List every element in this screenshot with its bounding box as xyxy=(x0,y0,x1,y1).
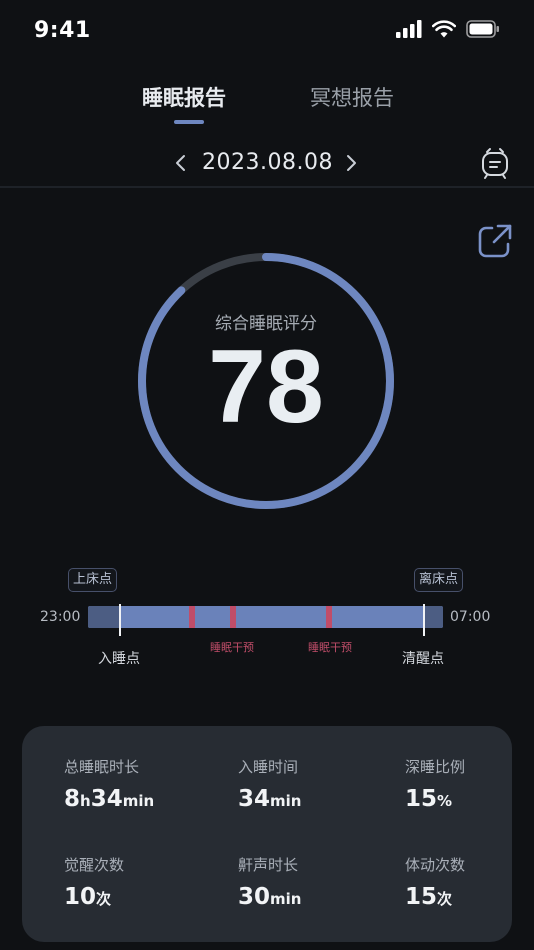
stat-movement-count: 体动次数 15次 xyxy=(405,854,534,910)
date-selector: 2023.08.08 xyxy=(0,146,534,186)
report-tabs: 睡眠报告 冥想报告 xyxy=(0,82,534,132)
stat-label: 觉醒次数 xyxy=(64,856,125,874)
intervention-mark xyxy=(189,606,195,628)
intervention-mark xyxy=(230,606,236,628)
stat-unit: 次 xyxy=(96,890,112,908)
status-icons xyxy=(396,20,500,38)
sleep-onset-marker xyxy=(119,604,121,636)
stat-total-sleep: 总睡眠时长 8h34min xyxy=(64,756,214,812)
stat-value: 8h34min xyxy=(64,786,214,812)
stat-label: 体动次数 xyxy=(405,856,466,874)
share-button[interactable] xyxy=(476,222,514,260)
current-date: 2023.08.08 xyxy=(202,150,333,175)
chevron-right-icon xyxy=(347,155,356,171)
stat-number: 34 xyxy=(238,786,271,812)
intervention-mark xyxy=(326,606,332,628)
sleep-bar xyxy=(88,606,443,628)
bed-time-tag: 上床点 xyxy=(68,568,118,592)
stat-unit: % xyxy=(437,792,453,810)
sleep-onset-label: 入睡点 xyxy=(98,651,140,667)
stat-unit: h xyxy=(80,792,91,810)
stat-label: 深睡比例 xyxy=(405,758,466,776)
leave-bed-tag: 离床点 xyxy=(414,568,464,592)
stat-unit: min xyxy=(270,792,302,810)
status-bar: 9:41 xyxy=(0,0,534,62)
stat-number: 10 xyxy=(64,884,97,910)
stat-unit: min xyxy=(270,890,302,908)
wake-label: 清醒点 xyxy=(402,651,444,667)
stat-label: 鼾声时长 xyxy=(238,856,299,874)
stat-sleep-latency: 入睡时间 34min xyxy=(238,756,388,812)
stat-number: 15 xyxy=(405,786,438,812)
previous-date-button[interactable] xyxy=(170,148,192,178)
alarm-clock-icon xyxy=(482,148,508,179)
stat-value: 10次 xyxy=(64,884,214,910)
timeline-end-time: 07:00 xyxy=(450,609,491,625)
tab-meditation-report[interactable]: 冥想报告 xyxy=(310,82,394,112)
wifi-icon xyxy=(432,20,456,38)
tab-sleep-report[interactable]: 睡眠报告 xyxy=(142,82,226,112)
alarm-button[interactable] xyxy=(478,146,512,180)
stat-value: 15次 xyxy=(405,884,534,910)
stat-snore-duration: 鼾声时长 30min xyxy=(238,854,388,910)
stat-unit: 次 xyxy=(437,890,453,908)
stat-value: 34min xyxy=(238,786,388,812)
stat-deep-sleep-ratio: 深睡比例 15% xyxy=(405,756,534,812)
timeline-start-time: 23:00 xyxy=(40,609,81,625)
battery-icon xyxy=(466,20,499,38)
intervention-label: 睡眠干预 xyxy=(210,641,254,654)
next-date-button[interactable] xyxy=(340,148,362,178)
stat-wake-count: 觉醒次数 10次 xyxy=(64,854,214,910)
sleep-timeline: 上床点 离床点 23:00 07:00 睡眠干预 睡眠干预 入睡点 清醒点 xyxy=(0,560,534,680)
post-wake-segment xyxy=(425,606,443,628)
cellular-signal-icon xyxy=(396,20,422,38)
status-time: 9:41 xyxy=(34,18,91,43)
share-icon xyxy=(478,224,512,258)
chevron-left-icon xyxy=(176,155,185,171)
stat-unit: min xyxy=(122,792,155,810)
pre-sleep-segment xyxy=(88,606,120,628)
stat-label: 总睡眠时长 xyxy=(64,758,140,776)
stat-number: 8 xyxy=(64,786,81,812)
header-divider xyxy=(0,186,534,188)
sleep-stats-card: 总睡眠时长 8h34min 入睡时间 34min 深睡比例 15% 觉醒次数 1… xyxy=(22,726,512,942)
stat-value: 30min xyxy=(238,884,388,910)
stat-number: 15 xyxy=(405,884,438,910)
active-tab-indicator xyxy=(174,120,204,124)
score-value: 78 xyxy=(208,329,324,445)
stat-number: 34 xyxy=(90,786,123,812)
intervention-label: 睡眠干预 xyxy=(308,641,352,654)
wake-marker xyxy=(423,604,425,636)
stat-label: 入睡时间 xyxy=(238,758,299,776)
stat-value: 15% xyxy=(405,786,534,812)
stat-number: 30 xyxy=(238,884,271,910)
